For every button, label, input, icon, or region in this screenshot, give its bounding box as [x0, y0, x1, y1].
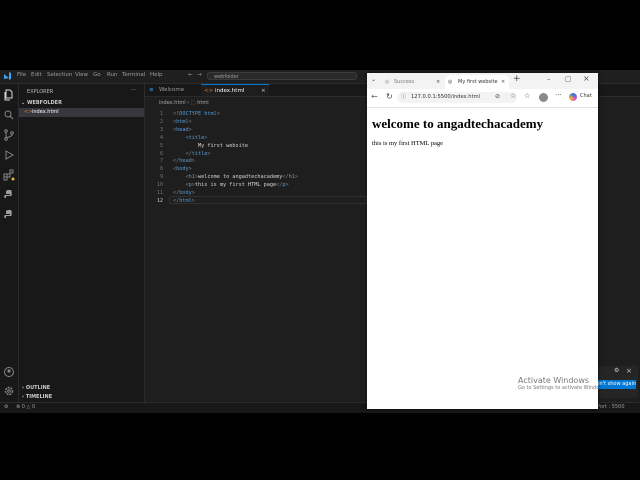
- close-tab-icon[interactable]: ×: [261, 85, 266, 97]
- tab-actions-icon[interactable]: ⌄: [371, 76, 376, 83]
- line-number: 5: [159, 142, 163, 149]
- vscode-welcome-icon: ≡: [149, 87, 154, 93]
- window-close-button[interactable]: ×: [583, 74, 590, 83]
- code-line: <p>this is my first HTML page</p>: [185, 182, 289, 189]
- source-control-icon[interactable]: [3, 129, 15, 141]
- breadcrumb-node[interactable]: html: [197, 100, 208, 106]
- browser-tab-bar: ⌄ ◎ Success × ◎ My first website × + – ▢…: [367, 73, 598, 89]
- minimize-button[interactable]: –: [547, 75, 551, 83]
- outline-section[interactable]: › OUTLINE: [22, 385, 50, 391]
- menu-view[interactable]: View: [75, 72, 88, 78]
- line-number: 4: [159, 134, 163, 141]
- search-icon[interactable]: [3, 109, 15, 121]
- line-number: 12: [156, 197, 163, 204]
- menu-help[interactable]: Help: [150, 72, 163, 78]
- line-number: 3: [159, 126, 163, 133]
- python-icon[interactable]: [3, 189, 15, 201]
- python-env-icon[interactable]: [3, 209, 15, 221]
- code-line: <!DOCTYPE html>: [173, 111, 220, 117]
- code-line: <h1>welcome to angadtechacademy</h1>: [185, 174, 298, 181]
- file-label: index.html: [32, 109, 59, 115]
- globe-icon: ◎: [385, 79, 390, 85]
- breadcrumb: index.html › ⬚ html: [159, 100, 209, 106]
- more-menu-icon[interactable]: ···: [555, 91, 562, 99]
- explorer-files-icon[interactable]: [3, 89, 15, 101]
- problems-indicator[interactable]: ⊗ 0 △ 0: [16, 404, 35, 410]
- run-debug-icon[interactable]: [3, 149, 15, 161]
- line-number: 10: [156, 182, 163, 189]
- favorite-star-icon[interactable]: ☆: [510, 92, 516, 100]
- current-line-highlight: [169, 196, 367, 204]
- account-icon[interactable]: [3, 366, 15, 378]
- more-actions-icon[interactable]: ···: [131, 87, 136, 93]
- vscode-logo-icon: [4, 72, 11, 80]
- line-number: 9: [159, 174, 163, 181]
- code-line: <head>: [173, 126, 192, 133]
- notification-gear-icon[interactable]: ⚙: [614, 367, 619, 374]
- back-arrow-icon[interactable]: ←: [371, 92, 378, 101]
- explorer-sidebar: EXPLORER ··· ⌄ WEBFOLDER <> index.html ›…: [19, 84, 145, 402]
- tab-index-html[interactable]: <> index.html ×: [201, 84, 269, 96]
- remote-icon[interactable]: ⚙: [4, 404, 8, 410]
- notification-toast: ⚙ × Don't show again: [598, 366, 638, 398]
- reader-mode-icon[interactable]: ⊘: [495, 93, 500, 100]
- timeline-section[interactable]: › TIMELINE: [22, 394, 52, 400]
- line-number: 6: [159, 150, 163, 157]
- explorer-title: EXPLORER: [27, 89, 54, 95]
- close-tab-icon[interactable]: ×: [436, 75, 440, 89]
- menu-selection[interactable]: Selection: [47, 72, 72, 78]
- activity-bar: [0, 84, 19, 402]
- browser-tab-success[interactable]: ◎ Success ×: [381, 75, 443, 89]
- line-number: 1: [159, 111, 163, 117]
- menu-edit[interactable]: Edit: [31, 72, 42, 78]
- activate-windows-watermark: Activate Windows Go to Settings to activ…: [518, 376, 598, 391]
- code-line: <body>: [173, 166, 192, 173]
- code-line: <html>: [173, 118, 192, 125]
- html-tag-icon: ⬚: [190, 100, 196, 106]
- back-arrow-icon[interactable]: ←: [188, 72, 193, 78]
- code-line: <title>: [185, 134, 208, 141]
- menu-go[interactable]: Go: [93, 72, 101, 78]
- tab-welcome[interactable]: ≡ Welcome: [145, 84, 201, 96]
- html-file-icon: <>: [204, 88, 214, 94]
- line-number: 2: [159, 118, 163, 125]
- breadcrumb-file[interactable]: index.html: [159, 100, 186, 106]
- close-tab-icon[interactable]: ×: [501, 75, 505, 89]
- page-paragraph: this is my first HTML page: [372, 140, 444, 147]
- code-line: </title>: [185, 150, 211, 157]
- new-tab-button[interactable]: +: [513, 74, 521, 84]
- refresh-icon[interactable]: ↻: [386, 92, 393, 101]
- info-icon: ⓘ: [401, 94, 407, 100]
- dont-show-again-button[interactable]: Don't show again: [598, 380, 636, 389]
- extensions-icon[interactable]: [3, 169, 15, 181]
- line-number: 8: [159, 166, 163, 173]
- profile-avatar-icon[interactable]: [539, 93, 548, 102]
- command-search-input[interactable]: webfolder: [207, 72, 357, 80]
- watermark-title: Activate Windows: [518, 376, 590, 385]
- close-notification-icon[interactable]: ×: [626, 367, 632, 375]
- page-heading: welcome to angadtechacademy: [372, 116, 544, 131]
- maximize-button[interactable]: ▢: [565, 75, 572, 83]
- chat-button[interactable]: Chat: [580, 93, 592, 99]
- code-line: My first website: [173, 142, 248, 149]
- settings-gear-icon[interactable]: [3, 385, 15, 397]
- forward-arrow-icon[interactable]: →: [197, 72, 202, 78]
- code-line: </head>: [173, 158, 195, 165]
- browser-toolbar: ← ↻ ⓘ 127.0.0.1:5500/index.html ⊘ ☆ ☆ ··…: [367, 89, 598, 108]
- menu-terminal[interactable]: Terminal: [122, 72, 145, 78]
- menu-file[interactable]: File: [17, 72, 26, 78]
- favorites-icon[interactable]: ☆: [524, 92, 530, 100]
- browser-window: ⌄ ◎ Success × ◎ My first website × + – ▢…: [367, 73, 598, 409]
- file-item-index-html[interactable]: <> index.html: [19, 108, 144, 117]
- copilot-icon[interactable]: [569, 93, 577, 101]
- folder-webfolder[interactable]: ⌄ WEBFOLDER: [21, 100, 62, 106]
- live-server-port[interactable]: Port : 5500: [597, 404, 625, 410]
- line-number: 7: [159, 158, 163, 165]
- code-editor[interactable]: 1 <!DOCTYPE html> 2 <html> 3 <head> 4 <title> 5…: [145, 109, 367, 209]
- watermark-subtitle: Go to Settings to activate Windows.: [518, 385, 598, 391]
- globe-icon: ◎: [448, 79, 453, 85]
- menu-run[interactable]: Run: [107, 72, 118, 78]
- browser-tab-my-first-website[interactable]: ◎ My first website ×: [445, 75, 509, 89]
- line-number: 11: [156, 190, 163, 196]
